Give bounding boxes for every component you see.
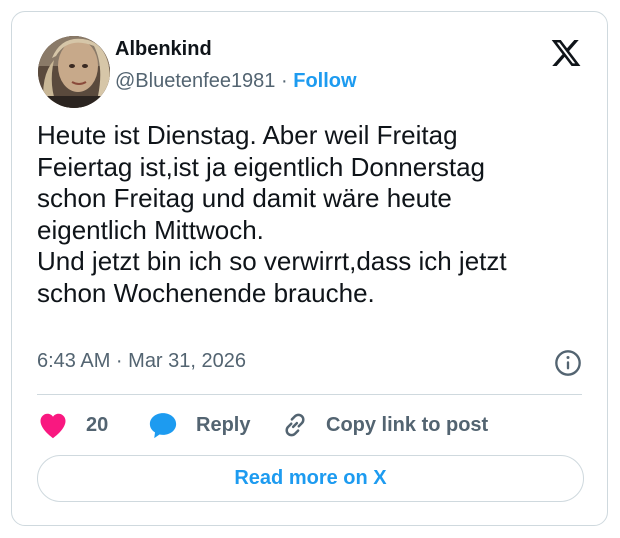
read-more-button[interactable]: Read more on X [37, 455, 584, 502]
avatar-image [38, 36, 110, 108]
copy-link-button[interactable]: Copy link to post [280, 410, 488, 440]
copy-link-label: Copy link to post [326, 413, 489, 436]
reply-label: Reply [196, 413, 251, 436]
embedded-post-card: Albenkind @Bluetenfee1981 · Follow Heute… [11, 11, 608, 526]
post-timestamp[interactable]: 6:43 AM · Mar 31, 2026 [37, 350, 246, 373]
follow-link[interactable]: Follow [293, 70, 356, 92]
like-button[interactable]: 20 [38, 410, 108, 440]
info-icon[interactable] [554, 349, 582, 377]
avatar[interactable] [38, 36, 110, 108]
post-text: Heute ist Dienstag. Aber weil Freitag Fe… [37, 120, 507, 308]
heart-icon [38, 411, 68, 439]
author-display-name[interactable]: Albenkind [115, 38, 212, 61]
reply-button[interactable]: Reply [148, 410, 250, 440]
link-icon [280, 410, 310, 440]
x-logo-icon[interactable] [549, 37, 583, 69]
handle-separator: · [281, 70, 288, 92]
speech-bubble-icon [148, 411, 178, 439]
divider [37, 394, 582, 395]
author-handle-line: @Bluetenfee1981 · Follow [115, 70, 357, 93]
author-handle[interactable]: @Bluetenfee1981 [115, 70, 275, 92]
like-count: 20 [86, 413, 109, 436]
